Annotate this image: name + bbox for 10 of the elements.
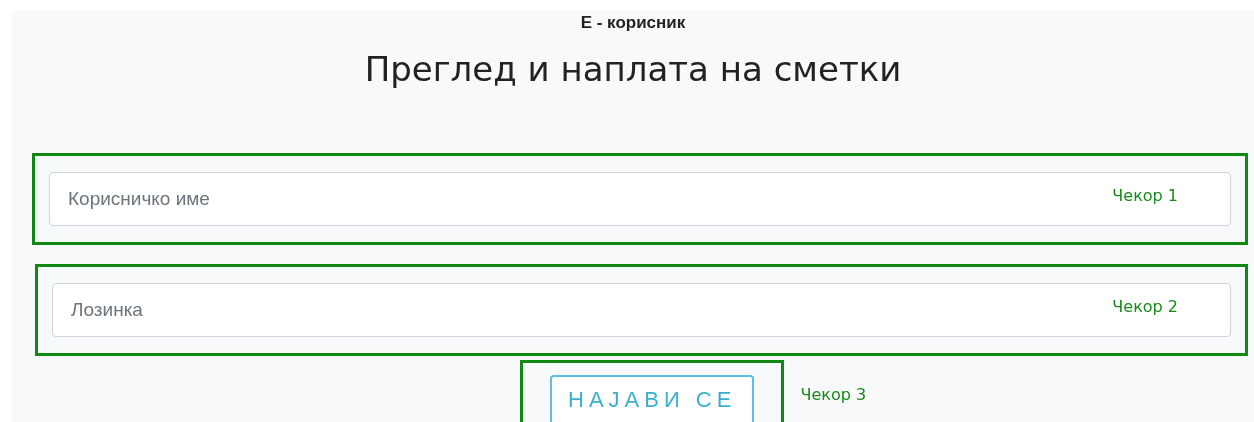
step-label: Чекор 1	[1112, 185, 1178, 207]
app-subtitle: E - корисник	[580, 12, 686, 34]
input-field[interactable]: Корисничко име Чекор 1	[49, 172, 1231, 226]
field-placeholder: Корисничко име	[68, 185, 468, 214]
page-title: Преглед и наплата на сметки	[364, 48, 902, 91]
step-label: Чекор 3	[800, 384, 867, 406]
field-placeholder: Лозинка	[71, 296, 471, 325]
input-field[interactable]: Лозинка Чекор 2	[52, 283, 1231, 337]
login-button[interactable]: НАЈАВИ СЕ	[550, 375, 755, 422]
step-label: Чекор 2	[1112, 296, 1178, 318]
